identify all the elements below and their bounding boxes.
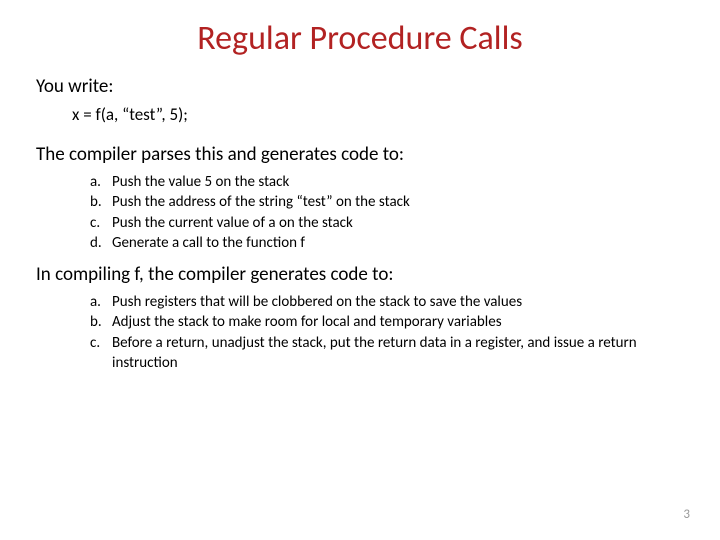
- code-example: x = f(a, “test”, 5);: [72, 104, 684, 125]
- list-text: Push registers that will be clobbered on…: [112, 293, 522, 311]
- list-text: Before a return, unadjust the stack, put…: [112, 334, 637, 372]
- list-text: Push the current value of a on the stack: [112, 214, 353, 232]
- section-you-write: You write:: [36, 75, 684, 98]
- list-text: Push the value 5 on the stack: [112, 173, 289, 191]
- list-text: Push the address of the string “test” on…: [112, 193, 410, 211]
- list-compiler-steps: a.Push the value 5 on the stack b.Push t…: [90, 172, 684, 253]
- list-marker: b.: [90, 312, 112, 332]
- list-marker: a.: [90, 172, 112, 192]
- page-number: 3: [683, 507, 690, 522]
- list-marker: c.: [90, 213, 112, 233]
- list-text: Generate a call to the function f: [112, 234, 305, 252]
- list-item: c.Push the current value of a on the sta…: [90, 213, 684, 233]
- list-marker: b.: [90, 192, 112, 212]
- list-compiling-f-steps: a.Push registers that will be clobbered …: [90, 292, 684, 373]
- section-compiler-parses: The compiler parses this and generates c…: [36, 143, 684, 166]
- slide-title: Regular Procedure Calls: [36, 18, 684, 59]
- list-text: Adjust the stack to make room for local …: [112, 313, 502, 331]
- list-item: a.Push registers that will be clobbered …: [90, 292, 684, 312]
- list-item: b.Push the address of the string “test” …: [90, 192, 684, 212]
- list-item: a.Push the value 5 on the stack: [90, 172, 684, 192]
- list-item: c.Before a return, unadjust the stack, p…: [90, 333, 684, 374]
- list-marker: d.: [90, 233, 112, 253]
- list-marker: c.: [90, 333, 112, 353]
- section-compiling-f: In compiling f, the compiler generates c…: [36, 263, 684, 286]
- list-item: b.Adjust the stack to make room for loca…: [90, 312, 684, 332]
- list-marker: a.: [90, 292, 112, 312]
- list-item: d.Generate a call to the function f: [90, 233, 684, 253]
